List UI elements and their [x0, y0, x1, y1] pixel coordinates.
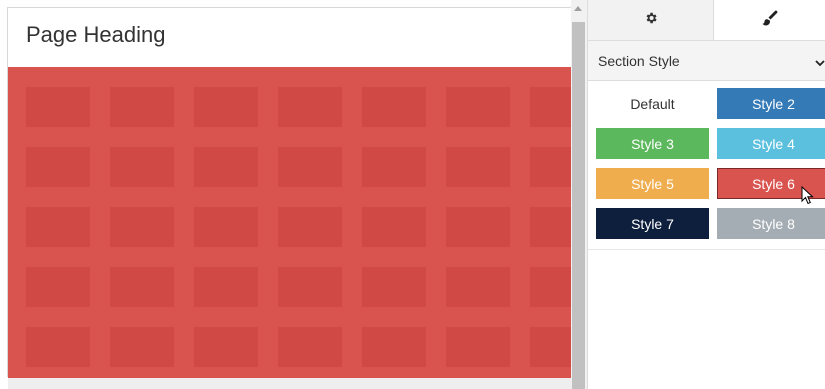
style-3-button[interactable]: Style 3 — [596, 128, 709, 159]
placeholder-block — [278, 87, 342, 127]
placeholder-block — [446, 327, 510, 367]
placeholder-block — [530, 87, 571, 127]
style-default-button[interactable]: Default — [596, 88, 709, 119]
placeholder-block — [530, 147, 571, 187]
placeholder-block — [278, 327, 342, 367]
placeholder-block — [26, 267, 90, 307]
tab-style[interactable] — [714, 0, 825, 40]
gear-icon — [644, 11, 658, 30]
placeholder-block — [362, 207, 426, 247]
placeholder-block — [110, 267, 174, 307]
scrollbar-thumb[interactable] — [572, 22, 585, 389]
placeholder-block — [446, 267, 510, 307]
placeholder-block — [530, 327, 571, 367]
placeholder-block — [194, 327, 258, 367]
placeholder-block — [278, 207, 342, 247]
mouse-cursor-icon — [801, 185, 815, 211]
style-5-button[interactable]: Style 5 — [596, 168, 709, 199]
tab-settings[interactable] — [588, 0, 714, 40]
placeholder-block — [110, 327, 174, 367]
placeholder-block — [362, 87, 426, 127]
placeholder-block — [278, 267, 342, 307]
paint-brush-icon — [761, 9, 779, 32]
placeholder-block — [194, 267, 258, 307]
placeholder-block — [26, 87, 90, 127]
scroll-up-arrow-icon[interactable] — [574, 6, 582, 11]
styled-section[interactable] — [8, 67, 571, 378]
placeholder-block — [446, 207, 510, 247]
style-4-button[interactable]: Style 4 — [717, 128, 825, 159]
placeholder-block — [530, 207, 571, 247]
placeholder-block — [278, 147, 342, 187]
page-canvas: Page Heading — [0, 0, 571, 389]
placeholder-block — [194, 207, 258, 247]
placeholder-block — [446, 87, 510, 127]
style-8-button[interactable]: Style 8 — [717, 208, 825, 239]
placeholder-block — [446, 147, 510, 187]
placeholder-block — [362, 327, 426, 367]
placeholder-block — [530, 267, 571, 307]
section-style-dropdown[interactable]: Section Style — [588, 41, 825, 81]
scrollbar[interactable] — [571, 0, 587, 389]
canvas-top-border — [7, 7, 571, 8]
placeholder-block — [26, 327, 90, 367]
chevron-down-icon[interactable] — [815, 55, 825, 73]
page-heading[interactable]: Page Heading — [26, 22, 165, 48]
panel-tabs — [588, 0, 825, 41]
style-2-button[interactable]: Style 2 — [717, 88, 825, 119]
section-style-label: Section Style — [598, 53, 680, 69]
style-7-button[interactable]: Style 7 — [596, 208, 709, 239]
placeholder-block — [110, 147, 174, 187]
canvas-bottom-strip — [8, 378, 571, 389]
placeholder-block — [26, 207, 90, 247]
placeholder-block — [110, 207, 174, 247]
panel-divider — [588, 249, 825, 250]
placeholder-block — [26, 147, 90, 187]
placeholder-block — [110, 87, 174, 127]
style-panel: Section Style Default Style 2 Style 3 St… — [587, 0, 825, 389]
placeholder-block — [362, 267, 426, 307]
placeholder-block — [194, 147, 258, 187]
placeholder-block — [362, 147, 426, 187]
placeholder-block — [194, 87, 258, 127]
